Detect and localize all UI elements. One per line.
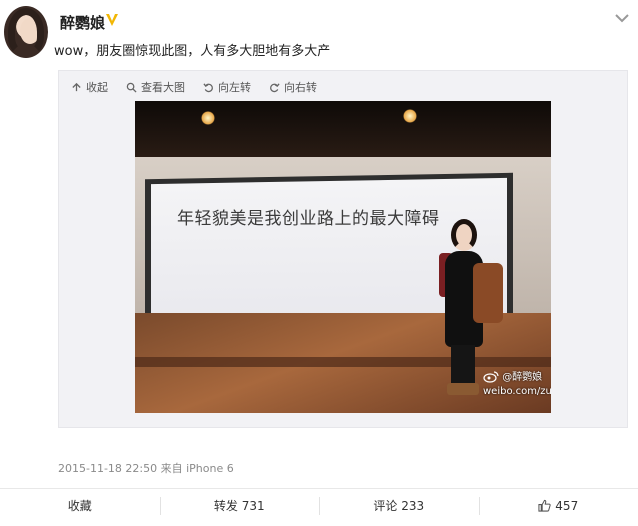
post-image[interactable]: 年轻貌美是我创业路上的最大障碍 @醉鹦娘 weibo.com/zuieniang [135,101,551,413]
comment-label: 评论 233 [373,499,425,513]
collapse-label: 收起 [86,81,108,94]
like-count: 457 [555,498,579,513]
watermark-url: weibo.com/zuieniang [483,386,551,397]
comment-button[interactable]: 评论 233 [319,489,479,522]
watermark-name: @醉鹦娘 [502,372,543,383]
repost-label: 转发 731 [213,499,265,513]
rotate-left-button[interactable]: 向左转 [203,77,251,97]
repost-button[interactable]: 转发 731 [159,489,320,522]
weibo-logo-icon [483,371,499,383]
rotate-right-label: 向右转 [284,81,317,94]
vip-badge-icon [106,14,118,26]
arrow-up-icon [72,82,81,91]
chevron-down-icon[interactable] [614,12,630,24]
post-header: 醉鹦娘 wow，朋友圈惊现此图，人有多大胆地有多大产 [0,0,638,64]
post-text: wow，朋友圈惊现此图，人有多大胆地有多大产 [54,44,331,59]
like-button[interactable]: 457 [478,489,638,522]
rotate-left-label: 向左转 [218,81,251,94]
view-large-label: 查看大图 [141,81,185,94]
favorite-label: 收藏 [67,499,92,513]
view-large-button[interactable]: 查看大图 [126,77,185,97]
ceiling-light [403,109,417,123]
post-timestamp[interactable]: 2015-11-18 22:50 [58,462,157,475]
username[interactable]: 醉鹦娘 [60,12,105,33]
action-bar: 收藏 转发 731 评论 233 457 [0,488,638,522]
ceiling-light [201,111,215,125]
avatar[interactable] [4,6,48,58]
thumbs-up-icon [538,499,551,512]
image-watermark: @醉鹦娘 weibo.com/zuieniang [483,371,551,399]
post-source: 来自 iPhone 6 [160,462,234,475]
collapse-button[interactable]: 收起 [71,77,108,97]
favorite-button[interactable]: 收藏 [0,489,160,522]
magnifier-icon [126,82,137,93]
post-meta: 2015-11-18 22:50 来自 iPhone 6 [58,460,234,476]
rotate-left-icon [203,82,213,92]
screen-slogan: 年轻貌美是我创业路上的最大障碍 [177,209,440,229]
image-toolbar: 收起 查看大图 向左转 向右转 [71,77,317,97]
rotate-right-icon [270,82,280,92]
rotate-right-button[interactable]: 向右转 [269,77,317,97]
media-container: 收起 查看大图 向左转 向右转 年轻貌美是我创业路上的最大障碍 @醉鹦娘 wei… [58,70,628,428]
